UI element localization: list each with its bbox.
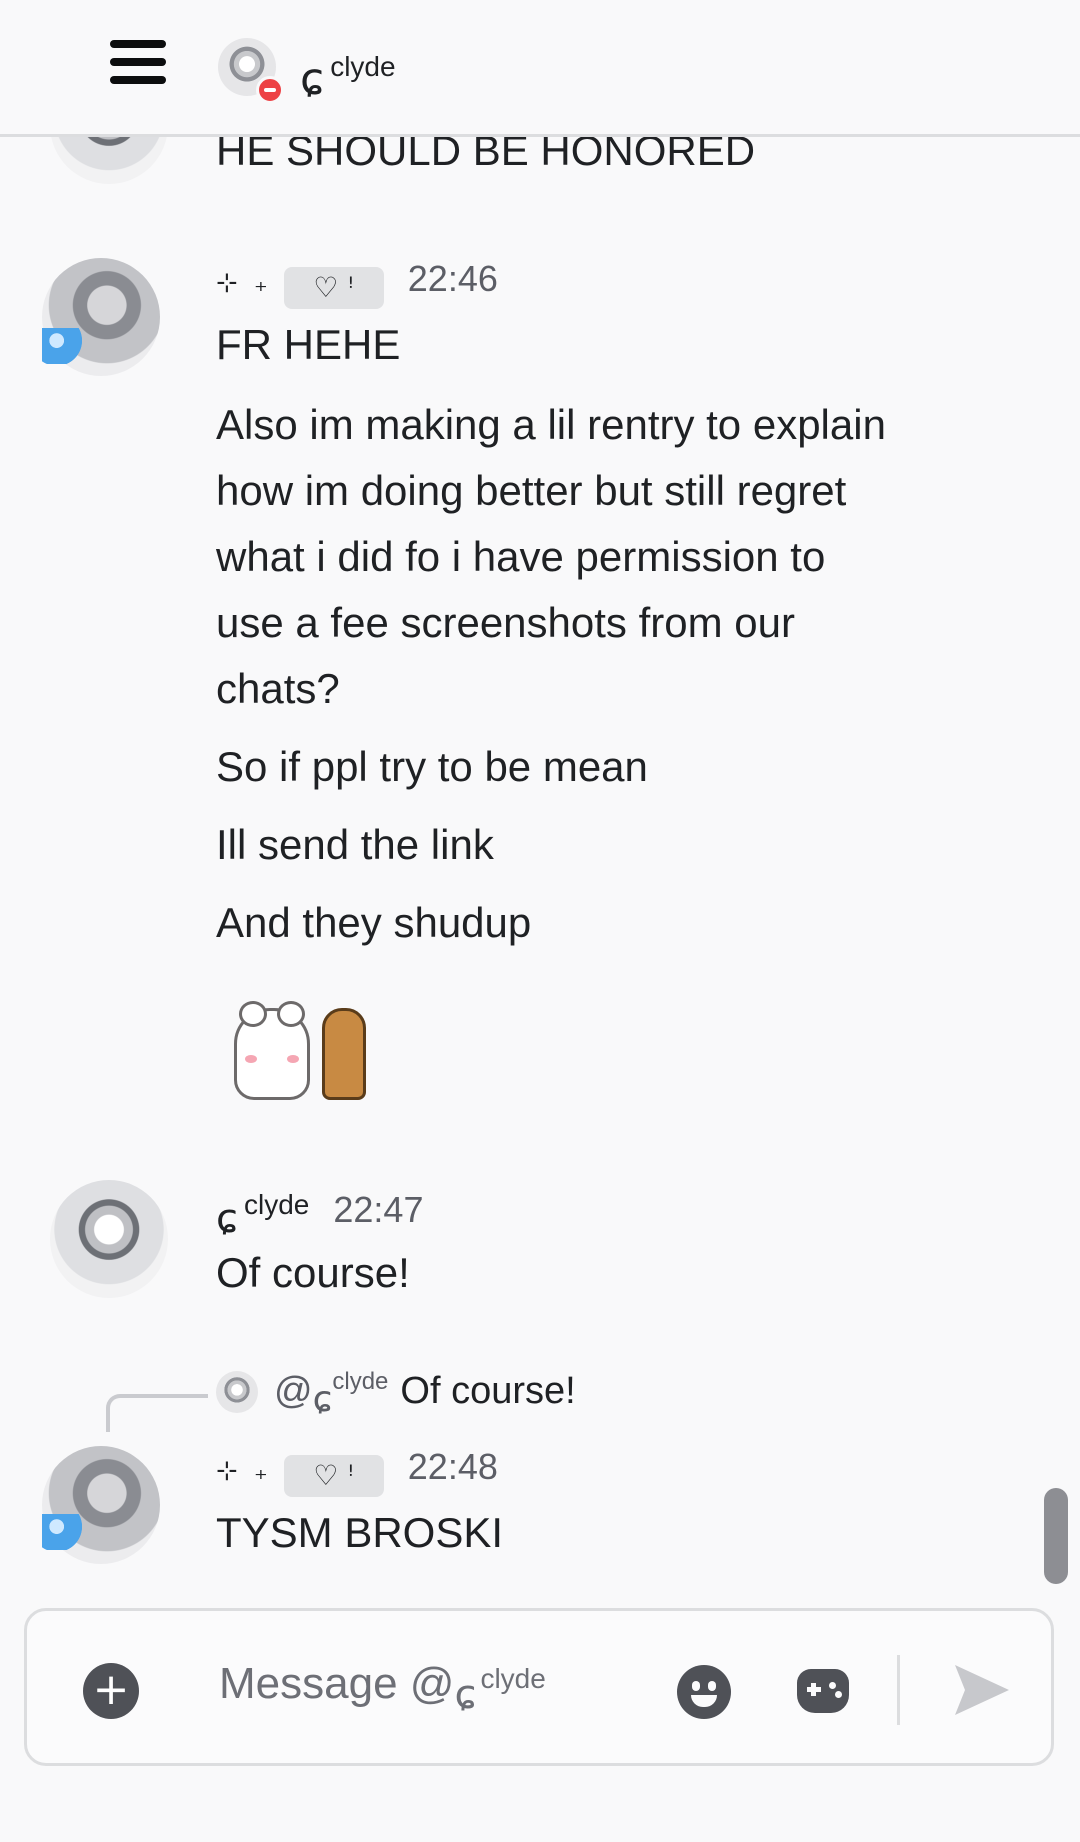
reply-preview[interactable]: @ ɕ clyde Of course! (216, 1367, 576, 1420)
divider (897, 1655, 900, 1725)
scrollbar[interactable] (1044, 1488, 1068, 1584)
hook-glyph: ɕ (300, 54, 325, 105)
dm-name: clyde (330, 51, 396, 82)
role-badge[interactable]: ♡ ꜝ (283, 266, 384, 309)
message-text: Of course! (216, 1249, 410, 1296)
timestamp: 22:48 (407, 1446, 498, 1487)
message-header: ɕ clyde 22:47 (216, 1186, 424, 1242)
dm-title[interactable]: ɕ clyde (300, 42, 396, 105)
message-input[interactable]: Message @ ɕ clyde (219, 1659, 546, 1718)
add-attachment-button[interactable]: + (83, 1663, 139, 1719)
hamburger-icon[interactable] (110, 40, 166, 88)
gamepad-icon[interactable] (797, 1669, 849, 1713)
message-text: what i did fo i have permission to (216, 533, 826, 580)
message-composer: + Message @ ɕ clyde (24, 1608, 1054, 1766)
input-placeholder-name: clyde (480, 1663, 546, 1694)
timestamp: 22:47 (333, 1189, 424, 1230)
message-text: chats? (216, 665, 340, 712)
username-sparkle[interactable]: ⊹ ₊ (216, 268, 272, 298)
message-header: ⊹ ₊ ♡ ꜝ 22:46 (216, 258, 498, 309)
message-header: ⊹ ₊ ♡ ꜝ 22:48 (216, 1446, 498, 1497)
reply-text: Of course! (400, 1370, 576, 1412)
message-text: Also im making a lil rentry to explain (216, 401, 886, 448)
brown-bear-image (322, 1008, 366, 1100)
dnd-status-icon (256, 76, 284, 104)
role-badge[interactable]: ♡ ꜝ (283, 1454, 384, 1497)
message-text: how im doing better but still regret (216, 467, 847, 514)
input-placeholder: Message @ (219, 1659, 455, 1708)
heart-decoration-icon (42, 1514, 84, 1550)
emoji-icon[interactable] (677, 1665, 731, 1719)
username-sparkle[interactable]: ⊹ ₊ (216, 1456, 272, 1486)
username[interactable]: clyde (244, 1189, 309, 1221)
message-text: TYSM BROSKI (216, 1509, 504, 1556)
message-text: So if ppl try to be mean (216, 743, 648, 790)
timestamp: 22:46 (407, 258, 498, 299)
channel-header: ɕ clyde (0, 0, 1080, 137)
message-list: HE SHOULD BE HONORED ⊹ ₊ ♡ ꜝ 22:46 FR HE… (0, 0, 1080, 1600)
reply-author: clyde (332, 1367, 389, 1395)
heart-decoration-icon (42, 328, 84, 364)
hook-glyph: ɕ (454, 1672, 477, 1718)
avatar[interactable] (50, 1180, 168, 1298)
hook-glyph: ɕ (312, 1379, 333, 1420)
message-text: use a fee screenshots from our (216, 599, 795, 646)
bears-sticker[interactable] (228, 1001, 366, 1100)
send-icon[interactable] (947, 1655, 1017, 1725)
hook-glyph: ɕ (216, 1196, 238, 1242)
message-text: Ill send the link (216, 821, 494, 868)
reply-connector (106, 1394, 208, 1432)
avatar (216, 1370, 258, 1413)
message-text: And they shudup (216, 899, 532, 946)
white-bear-image (234, 1001, 310, 1100)
message-text: FR HEHE (216, 321, 401, 368)
reply-mention-at: @ (274, 1370, 313, 1412)
